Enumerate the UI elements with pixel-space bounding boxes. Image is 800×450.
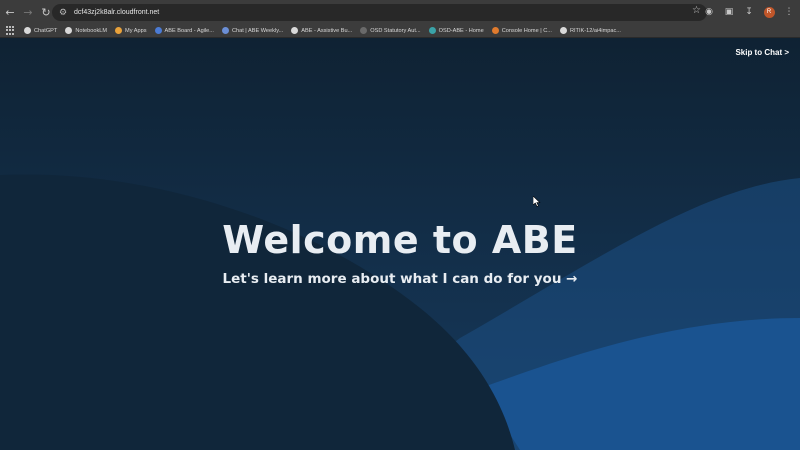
bookmark-item[interactable]: OSD-ABE - Home — [428, 24, 484, 38]
bookmark-favicon-icon — [221, 27, 229, 34]
address-bar[interactable]: ⚙ dcf43zj2k8alr.cloudfront.net ☆ — [52, 4, 707, 21]
bookmark-label: OSD-ABE - Home — [438, 27, 484, 34]
bookmarks-bar: ChatGPT NotebookLM My Apps ABE Board - Agil… — [0, 24, 800, 38]
bookmark-label: ABE - Assistive Bu... — [301, 27, 353, 34]
bookmark-item[interactable]: RITIK-12/ai4impac... — [559, 24, 621, 38]
learn-more-link[interactable]: Let's learn more about what I can do for… — [0, 271, 800, 287]
bookmark-item[interactable]: NotebookLM — [65, 24, 107, 38]
bookmark-favicon-icon — [65, 27, 73, 34]
bookmark-label: RITIK-12/ai4impac... — [569, 27, 621, 34]
bookmark-favicon-icon — [559, 27, 567, 34]
bookmark-label: ABE Board - Agile... — [164, 27, 214, 34]
bookmark-label: NotebookLM — [75, 27, 108, 34]
page-title: Welcome to ABE — [222, 218, 578, 262]
back-icon[interactable]: ← — [2, 4, 18, 20]
toolbar-actions: ◉ ▣ ↧ R ⋮ — [700, 0, 800, 24]
bookmark-label: Chat | ABE Weekly... — [231, 27, 284, 34]
bookmark-favicon-icon — [154, 27, 162, 34]
more-menu-icon[interactable]: ⋮ — [780, 3, 798, 21]
url-text[interactable]: dcf43zj2k8alr.cloudfront.net — [74, 9, 159, 16]
bookmark-favicon-icon — [491, 27, 499, 34]
download-icon[interactable]: ↧ — [740, 3, 758, 21]
site-info-icon[interactable]: ⚙ — [56, 6, 70, 20]
bookmark-favicon-icon — [115, 27, 123, 34]
bookmark-favicon-icon — [428, 27, 436, 34]
bookmark-list: ChatGPT NotebookLM My Apps ABE Board - Agil… — [24, 24, 629, 38]
welcome-page: Skip to Chat > Welcome to ABE Let's lear… — [0, 38, 800, 450]
bookmark-favicon-icon — [291, 27, 299, 34]
bookmark-favicon-icon — [24, 27, 31, 34]
bookmark-label: Console Home | C... — [501, 27, 552, 34]
extensions-puzzle-icon[interactable]: ▣ — [720, 3, 738, 21]
bookmark-item[interactable]: ABE - Assistive Bu... — [291, 24, 352, 38]
bookmark-label: OSD Statutory Aut... — [370, 27, 421, 34]
mouse-cursor-icon — [533, 196, 541, 207]
bookmark-item[interactable]: Chat | ABE Weekly... — [221, 24, 284, 38]
bookmark-item[interactable]: My Apps — [115, 24, 147, 38]
apps-grid-icon[interactable] — [6, 25, 16, 36]
skip-to-chat-link[interactable]: Skip to Chat > — [735, 48, 789, 57]
bookmark-label: ChatGPT — [34, 27, 58, 34]
bookmark-item[interactable]: ABE Board - Agile... — [154, 24, 214, 38]
browser-toolbar: ← → ↻ ⚙ dcf43zj2k8alr.cloudfront.net ☆ ◉… — [0, 0, 800, 24]
bookmark-label: My Apps — [125, 27, 147, 34]
forward-icon[interactable]: → — [20, 4, 36, 20]
bookmark-favicon-icon — [360, 27, 368, 34]
bookmark-item[interactable]: Console Home | C... — [491, 24, 552, 38]
bookmark-item[interactable]: ChatGPT — [24, 24, 57, 38]
extension-icon[interactable]: ◉ — [700, 3, 718, 21]
avatar: R — [763, 6, 775, 18]
profile-avatar[interactable]: R — [760, 3, 778, 21]
bookmark-item[interactable]: OSD Statutory Aut... — [360, 24, 421, 38]
